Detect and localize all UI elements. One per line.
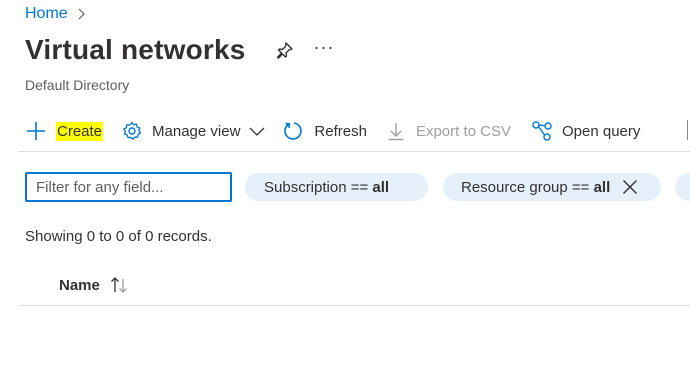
toolbar-separator (687, 120, 688, 140)
manage-view-label: Manage view (152, 122, 241, 140)
virtual-networks-page: Home Virtual networks ··· Default Direct… (0, 0, 690, 377)
table-header: Name (18, 268, 690, 306)
resource-group-filter-value: all (593, 178, 611, 196)
column-header-name-label: Name (59, 276, 100, 294)
plus-icon (25, 120, 47, 142)
more-options-button[interactable]: ··· (314, 37, 335, 58)
breadcrumb: Home (25, 5, 88, 23)
open-query-button[interactable]: Open query (531, 116, 640, 146)
export-csv-button[interactable]: Export to CSV (385, 116, 511, 146)
create-button[interactable]: Create (25, 116, 104, 146)
subscription-filter-label: Subscription == (264, 178, 373, 196)
refresh-button[interactable]: Refresh (283, 116, 367, 146)
export-csv-label: Export to CSV (415, 122, 511, 140)
toolbar-divider (18, 151, 690, 152)
records-summary: Showing 0 to 0 of 0 records. (25, 228, 212, 245)
sort-icon (110, 276, 132, 294)
manage-view-button[interactable]: Manage view (121, 116, 265, 146)
resource-group-filter-pill[interactable]: Resource group == all (443, 173, 661, 201)
subscription-filter-pill[interactable]: Subscription == all (245, 173, 428, 201)
filter-input[interactable] (25, 172, 232, 202)
subscription-filter-value: all (372, 178, 390, 196)
open-query-label: Open query (562, 122, 641, 140)
page-title: Virtual networks (25, 34, 246, 65)
query-graph-icon (531, 120, 553, 142)
download-icon (385, 120, 407, 142)
chevron-right-icon (74, 7, 88, 21)
title-row: Virtual networks ··· (25, 34, 335, 66)
additional-filter-pill[interactable] (675, 173, 690, 201)
gear-icon (121, 120, 143, 142)
command-bar: Create Manage view Refresh Export to CSV… (25, 114, 690, 148)
refresh-label: Refresh (314, 122, 367, 140)
create-label: Create (56, 121, 104, 141)
breadcrumb-home-link[interactable]: Home (25, 5, 68, 23)
close-icon[interactable] (622, 179, 638, 195)
pin-icon[interactable] (274, 39, 296, 61)
column-header-name[interactable]: Name (59, 276, 132, 294)
chevron-down-icon (249, 125, 265, 137)
resource-group-filter-label: Resource group == (461, 178, 594, 196)
refresh-icon (283, 120, 305, 142)
page-subtitle: Default Directory (25, 77, 130, 93)
